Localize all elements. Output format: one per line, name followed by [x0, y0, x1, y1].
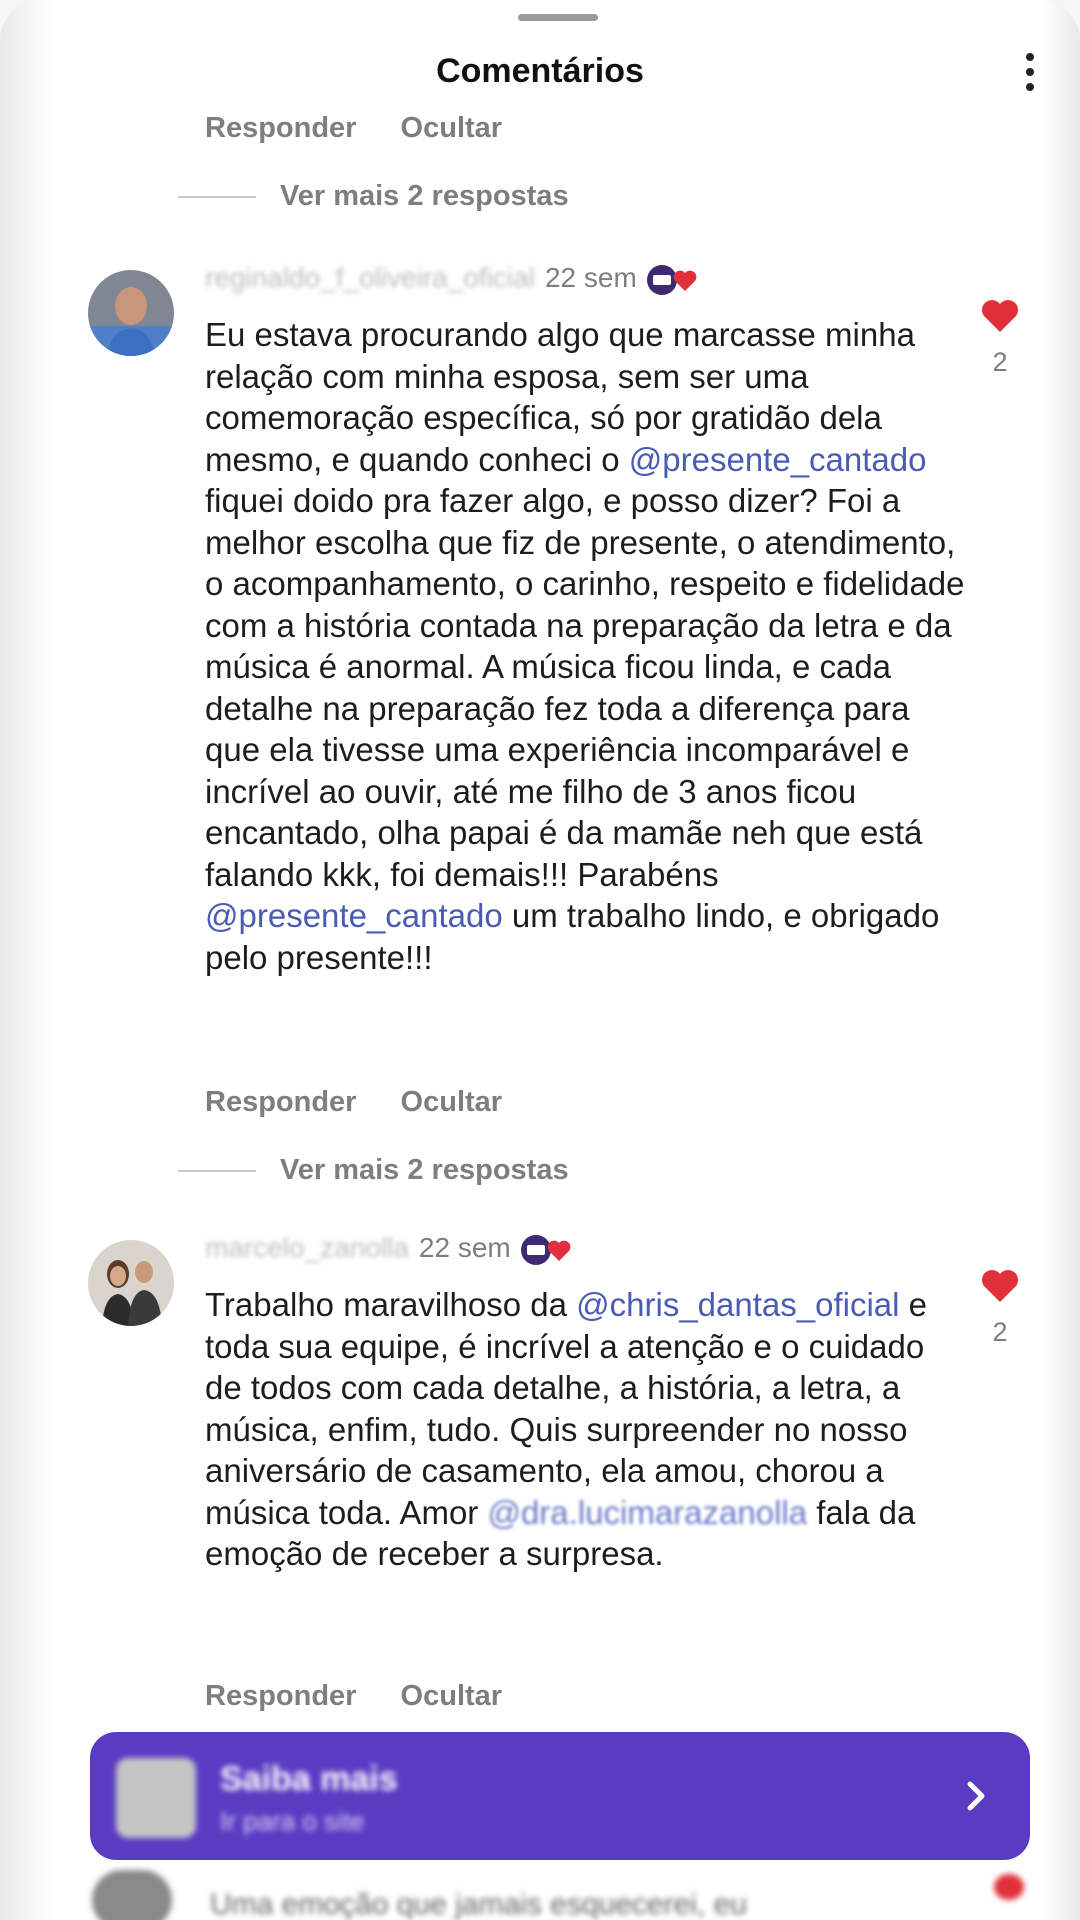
cta-subtitle: Ir para o site	[220, 1806, 365, 1836]
comments-sheet: Comentários Responder Ocultar Ver mais 2…	[0, 0, 1080, 1920]
view-more-replies[interactable]: Ver mais 2 respostas	[178, 180, 569, 213]
divider-line	[178, 1170, 256, 1173]
heart-icon	[982, 300, 1018, 332]
avatar	[92, 1870, 172, 1920]
comment-text-part: fiquei doido pra fazer algo, e posso diz…	[205, 482, 965, 893]
prev-comment-actions: Responder Ocultar	[205, 112, 538, 145]
hide-button[interactable]: Ocultar	[401, 1680, 503, 1712]
drag-handle[interactable]	[518, 14, 598, 21]
comment-text: Eu estava procurando algo que marcasse m…	[205, 314, 965, 978]
comment-username[interactable]: reginaldo_f_oliveira_oficial	[205, 262, 535, 293]
like-count: 2	[992, 1317, 1008, 1347]
like-button[interactable]: 2	[978, 1268, 1022, 1348]
comment-text-part: Trabalho maravilhoso da	[205, 1286, 577, 1323]
comment-username[interactable]: marcelo_zanolla	[205, 1232, 409, 1263]
comment-time: 22 sem	[418, 1232, 511, 1263]
edge-shadow-left	[0, 0, 52, 1920]
comment-meta: marcelo_zanolla 22 sem	[205, 1232, 579, 1267]
comment-meta: reginaldo_f_oliveira_oficial 22 sem	[205, 262, 705, 297]
verified-fan-badge-icon	[519, 1233, 579, 1267]
like-count: 2	[992, 347, 1008, 377]
learn-more-banner[interactable]: Saiba mais Ir para o site	[90, 1732, 1030, 1860]
cta-title: Saiba mais	[220, 1760, 398, 1798]
heart-icon	[994, 1874, 1024, 1900]
reply-button[interactable]: Responder	[205, 112, 356, 144]
reply-button[interactable]: Responder	[205, 1086, 356, 1118]
comment-time: 22 sem	[544, 262, 637, 293]
comment-actions: Responder Ocultar	[205, 1680, 538, 1713]
heart-icon	[982, 1270, 1018, 1302]
comment-text-peek: Uma emoção que jamais esquecerei, eu	[210, 1888, 747, 1920]
hide-button[interactable]: Ocultar	[401, 112, 503, 144]
mention-link[interactable]: @presente_cantado	[205, 897, 503, 934]
hide-button[interactable]: Ocultar	[401, 1086, 503, 1118]
verified-fan-badge-icon	[645, 263, 705, 297]
sheet-header: Comentários	[0, 40, 1080, 102]
mention-link[interactable]: @presente_cantado	[629, 441, 927, 478]
edge-shadow-right	[1040, 0, 1080, 1920]
view-more-replies-label: Ver mais 2 respostas	[280, 1154, 569, 1186]
avatar[interactable]	[88, 270, 174, 356]
next-comment-peek: Uma emoção que jamais esquecerei, eu	[0, 1868, 1080, 1920]
page-title: Comentários	[436, 52, 644, 90]
divider-line	[178, 196, 256, 199]
view-more-replies-label: Ver mais 2 respostas	[280, 180, 569, 212]
comment-actions: Responder Ocultar	[205, 1086, 538, 1119]
view-more-replies[interactable]: Ver mais 2 respostas	[178, 1154, 569, 1187]
mention-link[interactable]: @chris_dantas_oficial	[576, 1286, 899, 1323]
cta-thumbnail	[116, 1758, 196, 1838]
mention-link[interactable]: @dra.lucimarazanolla	[487, 1494, 807, 1531]
avatar[interactable]	[88, 1240, 174, 1326]
like-button[interactable]: 2	[978, 298, 1022, 378]
more-vertical-icon[interactable]	[1024, 50, 1036, 94]
chevron-right-icon	[967, 1781, 985, 1811]
reply-button[interactable]: Responder	[205, 1680, 356, 1712]
comment-text: Trabalho maravilhoso da @chris_dantas_of…	[205, 1284, 965, 1575]
